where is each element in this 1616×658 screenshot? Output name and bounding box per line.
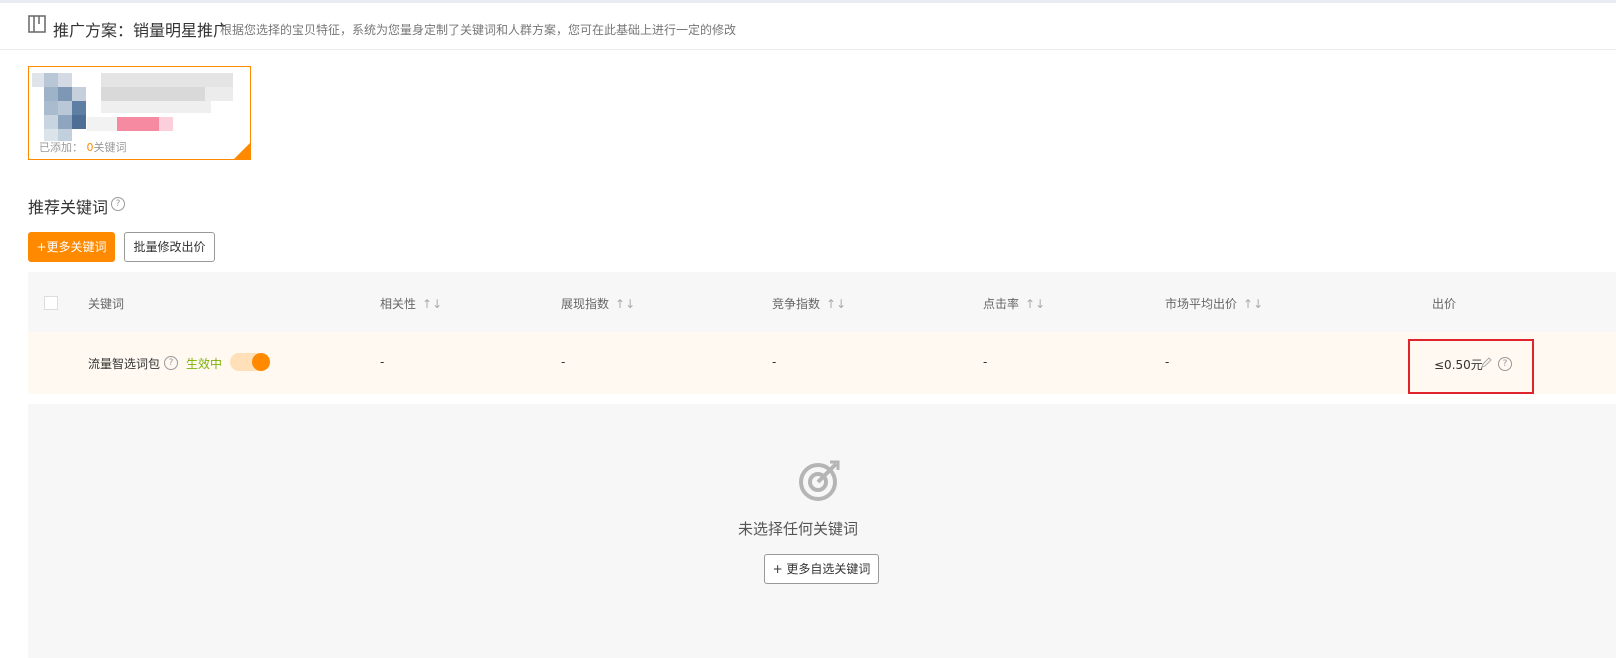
help-icon[interactable]: ?: [1498, 357, 1512, 371]
column-bid: 出价: [1432, 297, 1457, 311]
help-icon[interactable]: ?: [164, 356, 178, 370]
sort-icon: ↑↓: [826, 297, 847, 311]
bid-value: ≤0.50元: [1434, 358, 1483, 372]
target-icon: [799, 460, 840, 501]
competition-value: -: [772, 355, 777, 369]
column-competition[interactable]: 竞争指数 ↑↓: [772, 295, 846, 312]
table-header: 关键词 相关性 ↑↓ 展现指数 ↑↓ 竞争指数 ↑↓ 点击率 ↑↓ 市场平均出价 ↑↓ 出…: [28, 272, 1616, 332]
plan-description: 根据您选择的宝贝特征，系统为您量身定制了关键词和人群方案，您可在此基础上进行一定…: [220, 23, 737, 37]
sort-icon: ↑↓: [615, 297, 636, 311]
market-bid-value: -: [1165, 355, 1170, 369]
plan-header: 推广方案：销量明星推广 根据您选择的宝贝特征，系统为您量身定制了关键词和人群方案…: [0, 0, 1616, 50]
empty-message: 未选择任何关键词: [737, 520, 858, 538]
bid-highlight-box: ≤0.50元 ?: [1408, 339, 1534, 394]
toggle-knob: [252, 353, 270, 371]
column-keyword: 关键词: [88, 297, 125, 311]
keyword-name: 流量智选词包: [88, 357, 161, 371]
column-impression[interactable]: 展现指数 ↑↓: [561, 295, 635, 312]
added-keyword-count: 已添加： 0关键词: [39, 139, 127, 155]
sort-icon: ↑↓: [1025, 297, 1046, 311]
column-market-bid[interactable]: 市场平均出价 ↑↓: [1165, 295, 1263, 312]
status-toggle[interactable]: [230, 353, 270, 371]
add-custom-keywords-button[interactable]: + 更多自选关键词: [764, 554, 879, 584]
impression-value: -: [561, 355, 566, 369]
select-all-checkbox[interactable]: [44, 296, 58, 310]
column-relevance[interactable]: 相关性 ↑↓: [380, 295, 442, 312]
product-card[interactable]: 已添加： 0关键词: [28, 66, 251, 160]
batch-edit-bid-button[interactable]: 批量修改出价: [124, 232, 215, 262]
added-count: 0: [86, 141, 94, 154]
sort-icon: ↑↓: [1243, 297, 1264, 311]
help-icon[interactable]: ?: [111, 197, 125, 211]
status-badge: 生效中: [186, 357, 223, 371]
ctr-value: -: [983, 355, 988, 369]
selected-corner-mark: [234, 143, 250, 159]
added-label: 已添加：: [39, 141, 83, 154]
table-row: 流量智选词包 ? 生效中 - - - - -: [28, 332, 1616, 394]
relevance-value: -: [380, 355, 385, 369]
recommended-keywords-title: 推荐关键词: [28, 198, 109, 217]
column-ctr[interactable]: 点击率 ↑↓: [983, 295, 1045, 312]
pencil-icon[interactable]: [1480, 357, 1492, 369]
add-more-keywords-button[interactable]: +更多关键词: [28, 232, 115, 262]
plan-title: 推广方案：销量明星推广: [53, 21, 225, 40]
added-unit: 关键词: [93, 141, 127, 154]
empty-state: 未选择任何关键词 + 更多自选关键词: [28, 404, 1616, 658]
plan-icon: [28, 15, 46, 33]
sort-icon: ↑↓: [422, 297, 443, 311]
